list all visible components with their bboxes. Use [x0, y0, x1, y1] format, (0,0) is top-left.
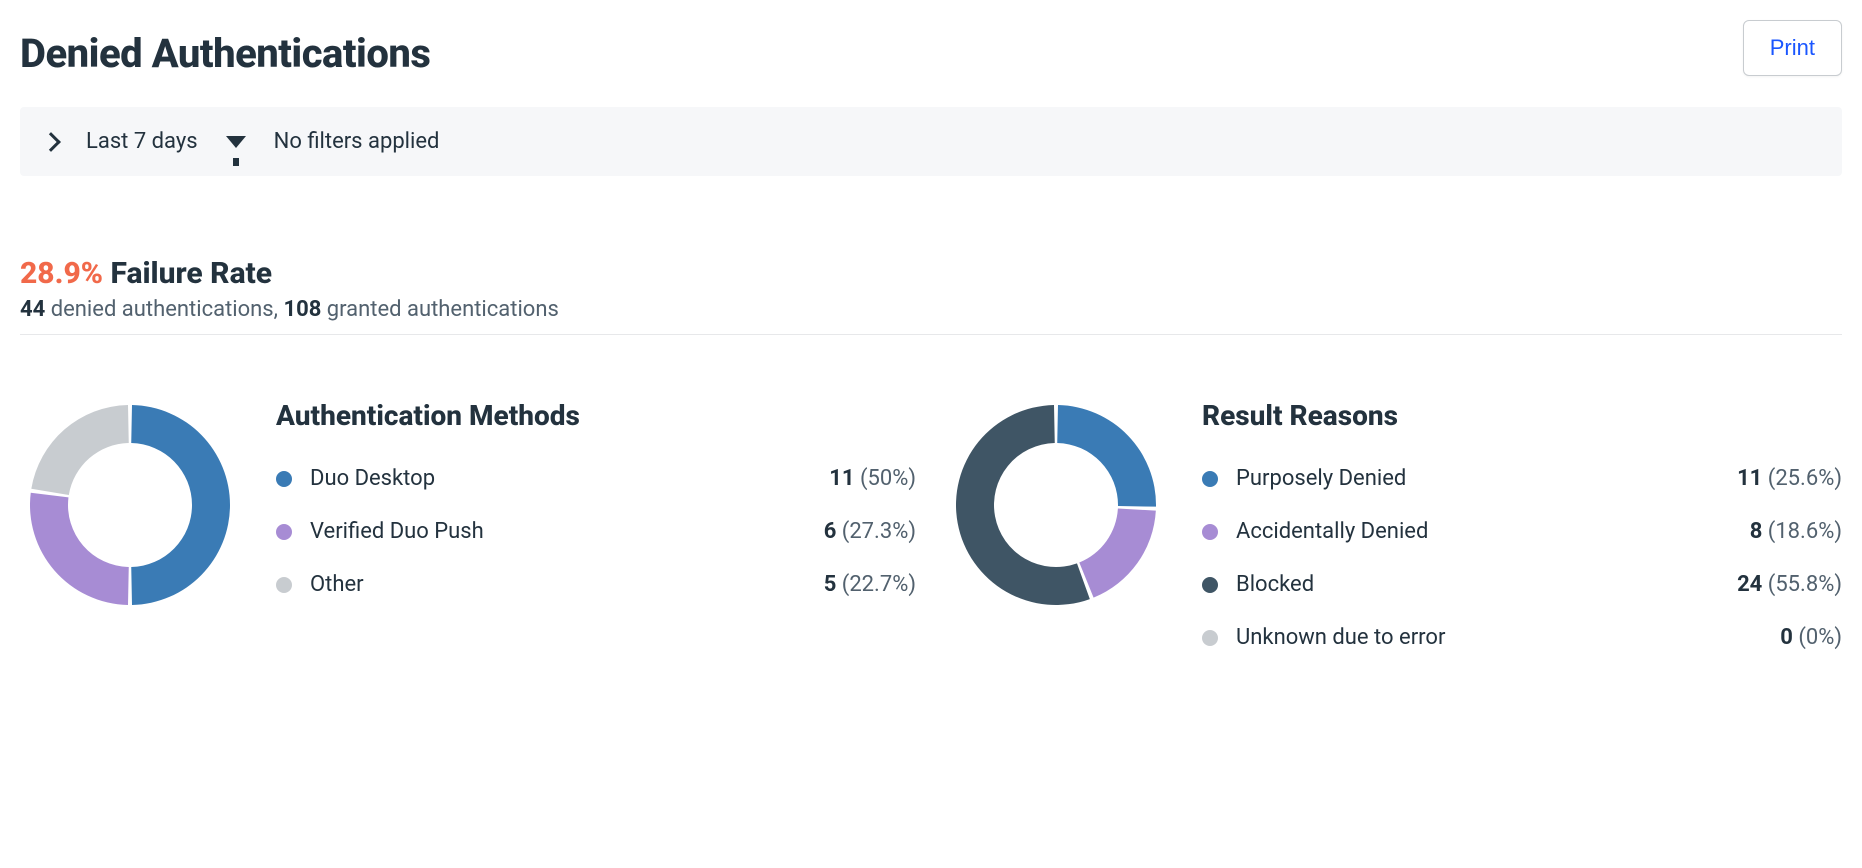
legend-value: 11 (50%)	[829, 466, 916, 491]
legend-swatch	[276, 524, 292, 540]
donut-slice	[31, 405, 128, 495]
legend-value: 0 (0%)	[1780, 625, 1842, 650]
legend-swatch	[1202, 471, 1218, 487]
legend-row: Purposely Denied 11 (25.6%)	[1202, 452, 1842, 505]
legend-label: Duo Desktop	[310, 466, 829, 491]
legend-swatch	[1202, 630, 1218, 646]
legend-value: 5 (22.7%)	[824, 572, 916, 597]
chart-title: Result Reasons	[1202, 399, 1842, 432]
legend-swatch	[276, 577, 292, 593]
legend-swatch	[1202, 524, 1218, 540]
legend-label: Unknown due to error	[1236, 625, 1780, 650]
donut-slice	[30, 493, 129, 605]
granted-text: granted authentications	[321, 297, 559, 322]
failure-rate-label: Failure Rate	[111, 256, 273, 291]
legend-swatch	[276, 471, 292, 487]
legend-label: Other	[310, 572, 824, 597]
legend-row: Other 5 (22.7%)	[276, 558, 916, 611]
granted-count: 108	[283, 297, 321, 322]
legend-value: 8 (18.6%)	[1750, 519, 1842, 544]
legend-row: Unknown due to error 0 (0%)	[1202, 611, 1842, 664]
denied-text: denied authentications,	[45, 297, 283, 322]
filter-bar[interactable]: Last 7 days No filters applied	[20, 107, 1842, 176]
donut-chart	[946, 395, 1166, 615]
legend-label: Purposely Denied	[1236, 466, 1737, 491]
legend-swatch	[1202, 577, 1218, 593]
legend-value: 6 (27.3%)	[824, 519, 916, 544]
chart-title: Authentication Methods	[276, 399, 916, 432]
legend-value: 11 (25.6%)	[1737, 466, 1842, 491]
legend-row: Duo Desktop 11 (50%)	[276, 452, 916, 505]
legend-value: 24 (55.8%)	[1737, 572, 1842, 597]
donut-chart	[20, 395, 240, 615]
donut-slice	[131, 405, 230, 605]
failure-rate-value: 28.9%	[20, 256, 103, 291]
donut-slice	[1079, 509, 1156, 598]
legend-row: Verified Duo Push 6 (27.3%)	[276, 505, 916, 558]
legend-label: Accidentally Denied	[1236, 519, 1750, 544]
chart-block: Authentication Methods Duo Desktop 11 (5…	[20, 395, 916, 619]
print-button[interactable]: Print	[1743, 20, 1842, 76]
summary-block: 28.9% Failure Rate 44 denied authenticat…	[20, 256, 1842, 335]
legend-row: Accidentally Denied 8 (18.6%)	[1202, 505, 1842, 558]
page-title: Denied Authentications	[20, 30, 430, 77]
filters-applied-label: No filters applied	[274, 129, 440, 154]
chevron-right-icon	[41, 132, 61, 152]
legend-label: Verified Duo Push	[310, 519, 824, 544]
denied-count: 44	[20, 297, 45, 322]
donut-slice	[1057, 405, 1156, 507]
chart-block: Result Reasons Purposely Denied 11 (25.6…	[946, 395, 1842, 664]
filter-icon	[226, 136, 246, 148]
legend-row: Blocked 24 (55.8%)	[1202, 558, 1842, 611]
legend-label: Blocked	[1236, 572, 1737, 597]
time-range-label: Last 7 days	[86, 129, 198, 154]
